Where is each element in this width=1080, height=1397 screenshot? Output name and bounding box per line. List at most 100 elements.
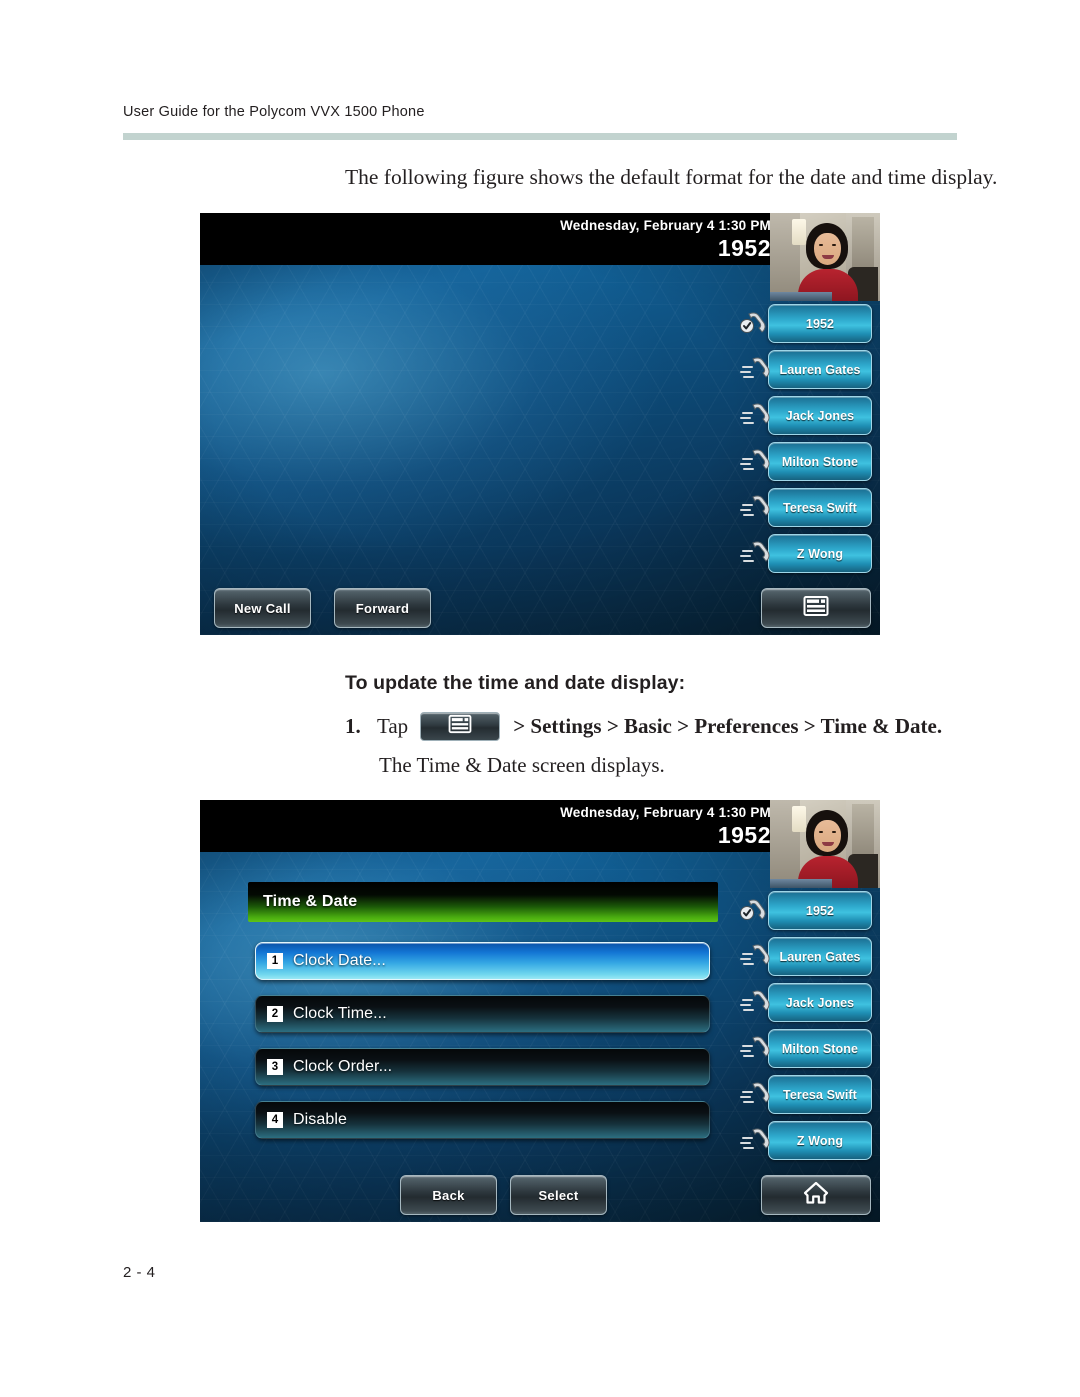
menu-item-index: 4	[267, 1112, 283, 1128]
line-key-row[interactable]: Lauren Gates	[740, 347, 872, 392]
handset-icon	[740, 355, 774, 385]
line-key-label: Milton Stone	[781, 454, 859, 469]
menu-item-list: 1 Clock Date... 2 Clock Time... 3 Clock …	[255, 942, 710, 1154]
line-key-row[interactable]: Jack Jones	[740, 393, 872, 438]
softkey-bar: Back Select	[200, 1166, 880, 1222]
handset-icon	[740, 1034, 774, 1064]
handset-icon	[740, 942, 774, 972]
line-key-label: Jack Jones	[785, 995, 855, 1010]
line-key-row[interactable]: 1952	[740, 888, 872, 933]
line-key-label: 1952	[805, 903, 835, 918]
menu-title-text: Time & Date	[263, 893, 358, 910]
step-tap-label: Tap	[377, 714, 409, 738]
handset-icon	[740, 539, 774, 569]
menu-item-disable[interactable]: 4 Disable	[255, 1101, 710, 1139]
status-bar: Wednesday, February 4 1:30 PM 1952	[200, 213, 785, 265]
softkey-label: Select	[538, 1187, 579, 1203]
new-call-softkey[interactable]: New Call	[214, 588, 311, 628]
line-key-button[interactable]: Z Wong	[768, 534, 872, 573]
video-lamp	[792, 219, 806, 245]
softkey-label: Forward	[355, 600, 410, 616]
line-key-label: Lauren Gates	[779, 949, 861, 964]
line-key-button[interactable]: Teresa Swift	[768, 488, 872, 527]
back-softkey[interactable]: Back	[400, 1175, 497, 1215]
forward-softkey[interactable]: Forward	[334, 588, 431, 628]
section-heading: To update the time and date display:	[345, 672, 686, 694]
video-person-face	[814, 233, 841, 265]
handset-registered-icon	[740, 309, 774, 339]
line-key-button[interactable]: Milton Stone	[768, 442, 872, 481]
video-person-face	[814, 820, 841, 852]
line-key-button[interactable]: 1952	[768, 304, 872, 343]
video-self-view	[770, 213, 880, 301]
status-bar: Wednesday, February 4 1:30 PM 1952	[200, 800, 785, 852]
line-key-label: Z Wong	[796, 1133, 844, 1148]
softkey-label: New Call	[234, 600, 291, 616]
line-key-row[interactable]: Teresa Swift	[740, 485, 872, 530]
video-person-eye-right	[832, 831, 836, 833]
menu-item-index: 1	[267, 953, 283, 969]
handset-icon	[740, 493, 774, 523]
menu-item-index: 2	[267, 1006, 283, 1022]
line-key-button[interactable]: 1952	[768, 891, 872, 930]
home-softkey[interactable]	[761, 1175, 871, 1215]
line-key-label: Z Wong	[796, 546, 844, 561]
handset-icon	[740, 401, 774, 431]
video-person-eye-left	[819, 831, 823, 833]
step-number: 1.	[345, 714, 361, 738]
line-key-label: Lauren Gates	[779, 362, 861, 377]
line-key-label: Milton Stone	[781, 1041, 859, 1056]
line-key-button[interactable]: Lauren Gates	[768, 350, 872, 389]
step-result-text: The Time & Date screen displays.	[379, 753, 665, 777]
menu-item-label: Clock Date...	[293, 952, 386, 969]
line-key-label: Jack Jones	[785, 408, 855, 423]
video-person-eye-left	[819, 244, 823, 246]
line-key-label: 1952	[805, 316, 835, 331]
menu-item-index: 3	[267, 1059, 283, 1075]
line-key-row[interactable]: Z Wong	[740, 531, 872, 576]
line-key-row[interactable]: Lauren Gates	[740, 934, 872, 979]
line-key-button[interactable]: Teresa Swift	[768, 1075, 872, 1114]
line-key-button[interactable]: Jack Jones	[768, 983, 872, 1022]
select-softkey[interactable]: Select	[510, 1175, 607, 1215]
line-key-row[interactable]: Milton Stone	[740, 1026, 872, 1071]
line-key-row[interactable]: Jack Jones	[740, 980, 872, 1025]
line-key-button[interactable]: Jack Jones	[768, 396, 872, 435]
handset-registered-icon	[740, 896, 774, 926]
header-rule	[123, 133, 957, 140]
menu-title-bar: Time & Date	[248, 882, 718, 922]
menu-softkey[interactable]	[761, 588, 871, 628]
line-key-row[interactable]: Teresa Swift	[740, 1072, 872, 1117]
line-key-list: 1952 Lauren Gates Jack Jones Milton Ston…	[740, 888, 872, 1164]
document-header-text: User Guide for the Polycom VVX 1500 Phon…	[123, 104, 425, 120]
video-person-mouth	[822, 842, 834, 846]
menu-item-clock-order[interactable]: 3 Clock Order...	[255, 1048, 710, 1086]
line-key-label: Teresa Swift	[783, 1087, 857, 1102]
menu-item-label: Disable	[293, 1111, 348, 1128]
menu-item-label: Clock Time...	[293, 1005, 387, 1022]
menu-item-clock-date[interactable]: 1 Clock Date...	[255, 942, 710, 980]
line-key-row[interactable]: Z Wong	[740, 1118, 872, 1163]
document-header: User Guide for the Polycom VVX 1500 Phon…	[123, 104, 983, 120]
video-person-mouth	[822, 255, 834, 259]
line-key-button[interactable]: Z Wong	[768, 1121, 872, 1160]
inline-menu-key-button[interactable]	[420, 712, 501, 741]
video-person-eye-right	[832, 244, 836, 246]
home-icon	[803, 1181, 829, 1210]
status-datetime: Wednesday, February 4 1:30 PM	[560, 805, 771, 820]
handset-icon	[740, 447, 774, 477]
line-key-row[interactable]: 1952	[740, 301, 872, 346]
handset-icon	[740, 988, 774, 1018]
softkey-label: Back	[432, 1187, 465, 1203]
menu-item-label: Clock Order...	[293, 1058, 393, 1075]
menu-item-clock-time[interactable]: 2 Clock Time...	[255, 995, 710, 1033]
line-key-button[interactable]: Milton Stone	[768, 1029, 872, 1068]
status-extension: 1952	[717, 822, 771, 848]
line-key-list: 1952 Lauren Gates Jack Jones Milton Ston…	[740, 301, 872, 577]
line-key-row[interactable]: Milton Stone	[740, 439, 872, 484]
step-1: 1. Tap > Settings > Basic > Preferences …	[345, 712, 942, 741]
line-key-button[interactable]: Lauren Gates	[768, 937, 872, 976]
handset-icon	[740, 1126, 774, 1156]
video-lamp	[792, 806, 806, 832]
status-datetime: Wednesday, February 4 1:30 PM	[560, 218, 771, 233]
